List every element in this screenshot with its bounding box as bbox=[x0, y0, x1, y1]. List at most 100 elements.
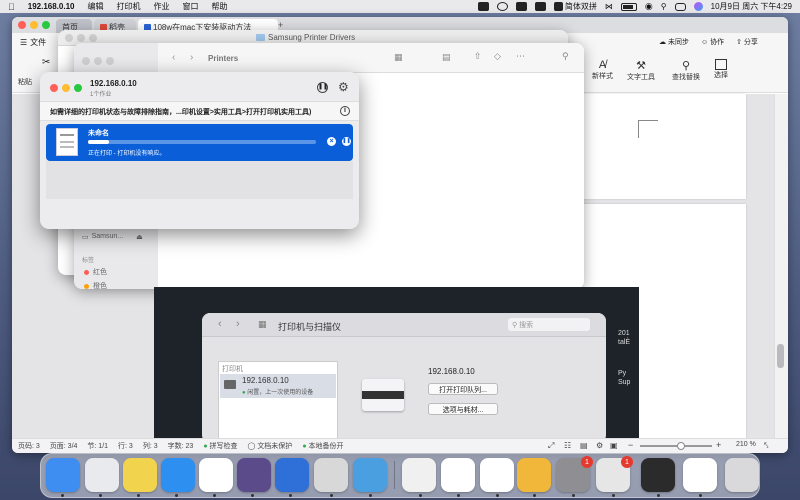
group-icon[interactable]: ▤ bbox=[442, 52, 451, 63]
status-section[interactable]: 节: 1/1 bbox=[87, 441, 108, 451]
zoom-button[interactable] bbox=[106, 57, 114, 65]
menu-window[interactable]: 窗口 bbox=[182, 1, 198, 12]
dock-safari-icon[interactable] bbox=[161, 458, 195, 492]
cloud-status-icon[interactable] bbox=[496, 2, 508, 11]
menu-clock[interactable]: 10月9日 周六 下午4:29 bbox=[711, 1, 792, 12]
print-job-row[interactable]: 未命名 正在打印 - 打印机没有响应。 × ❚❚ bbox=[46, 124, 353, 161]
dock-finder-icon[interactable] bbox=[46, 458, 80, 492]
dock-pages-icon[interactable] bbox=[402, 458, 436, 492]
input-method-menu[interactable]: 简体双拼 bbox=[553, 1, 597, 12]
find-replace-button[interactable]: ⚲ 查找替换 bbox=[672, 59, 700, 82]
status-words[interactable]: 字数: 23 bbox=[168, 441, 194, 451]
pause-printer-icon[interactable]: ❚❚ bbox=[317, 82, 328, 93]
dock-trash-icon[interactable] bbox=[725, 458, 759, 492]
battery-icon[interactable] bbox=[620, 2, 637, 11]
page-view-icon[interactable]: ▤ bbox=[580, 441, 588, 450]
new-style-button[interactable]: A̸ 新样式 bbox=[592, 59, 613, 81]
outline-view-icon[interactable]: ▣ bbox=[610, 441, 618, 450]
dock-wps-office-icon[interactable] bbox=[480, 458, 514, 492]
close-button[interactable] bbox=[18, 21, 26, 29]
more-icon[interactable]: ⋯ bbox=[516, 51, 525, 62]
status-row[interactable]: 行: 3 bbox=[118, 441, 133, 451]
tag-icon[interactable]: ◇ bbox=[494, 51, 501, 62]
share-icon[interactable]: ⇧ bbox=[474, 51, 482, 62]
select-button[interactable]: 选择 bbox=[714, 59, 728, 80]
dock-launchpad-icon[interactable] bbox=[85, 458, 119, 492]
dock-baidu-netdisk-icon[interactable] bbox=[441, 458, 475, 492]
status-page-num[interactable]: 页码: 3 bbox=[18, 441, 40, 451]
minimize-button[interactable] bbox=[30, 21, 38, 29]
minimize-button[interactable] bbox=[94, 57, 102, 65]
backup-button[interactable]: ● 本地备份开 bbox=[302, 441, 343, 451]
dock-printer-icon[interactable] bbox=[314, 458, 348, 492]
dock-stickies-icon[interactable] bbox=[123, 458, 157, 492]
zoom-button[interactable] bbox=[42, 21, 50, 29]
forward-icon[interactable]: › bbox=[190, 52, 193, 63]
dock-system-preferences-icon[interactable]: 1 bbox=[556, 456, 593, 492]
text-tools-button[interactable]: ⚒ 文字工具 bbox=[627, 59, 655, 82]
zoom-slider[interactable] bbox=[640, 445, 712, 447]
menu-help[interactable]: 帮助 bbox=[211, 1, 227, 12]
close-button[interactable] bbox=[82, 57, 90, 65]
zoom-out-button[interactable]: − bbox=[628, 440, 633, 450]
cut-icon[interactable]: ✂ bbox=[42, 57, 50, 68]
menu-job[interactable]: 作业 bbox=[153, 1, 169, 12]
search-icon[interactable]: ⚲ bbox=[562, 51, 569, 62]
pause-job-icon[interactable]: ❚❚ bbox=[342, 137, 351, 146]
sidebar-tag-red[interactable]: 红色 bbox=[84, 267, 107, 277]
wifi-icon[interactable]: ◉ bbox=[645, 1, 653, 12]
cancel-job-icon[interactable]: × bbox=[327, 137, 336, 146]
zoom-level[interactable]: 210 % bbox=[736, 441, 756, 448]
zoom-button[interactable] bbox=[89, 34, 97, 42]
info-icon[interactable]: i bbox=[340, 106, 350, 116]
siri-icon[interactable] bbox=[693, 2, 703, 11]
minimize-button[interactable] bbox=[62, 84, 70, 92]
sidebar-tag-orange[interactable]: 橙色 bbox=[84, 281, 107, 289]
settings-gear-icon[interactable]: ⚙ bbox=[338, 80, 349, 94]
fit-page-icon[interactable]: ⤢ bbox=[548, 441, 554, 451]
photo-printer-list: 打印机 192.168.0.10 ● 闲置，上一次使用的设备 bbox=[218, 361, 338, 438]
zoom-slider-knob[interactable] bbox=[677, 442, 685, 450]
sidebar-item-device[interactable]: ▭ Samsun... ⏏ bbox=[82, 233, 143, 241]
vertical-scrollbar[interactable] bbox=[774, 94, 788, 439]
bluetooth-icon[interactable]: ⋈ bbox=[605, 2, 613, 11]
expand-icon[interactable]: ⤣ bbox=[764, 441, 769, 451]
wps-status-icon[interactable] bbox=[477, 2, 489, 11]
web-view-icon[interactable]: ⚙ bbox=[596, 441, 603, 450]
dock-screen-icon[interactable] bbox=[641, 458, 675, 492]
eject-icon[interactable]: ⏏ bbox=[136, 233, 143, 241]
menu-printer[interactable]: 打印机 bbox=[116, 1, 140, 12]
status-col[interactable]: 列: 3 bbox=[143, 441, 158, 451]
apple-icon[interactable]:  bbox=[8, 2, 15, 12]
dock-archive-utility-icon[interactable] bbox=[517, 458, 551, 492]
network-status-icon[interactable] bbox=[515, 2, 527, 11]
view-grid-icon[interactable]: ▦ bbox=[394, 52, 403, 63]
menu-app-name[interactable]: 192.168.0.10 bbox=[28, 2, 75, 11]
read-mode-icon[interactable]: ☷ bbox=[564, 441, 571, 450]
dock-printer-queue-icon[interactable]: 1 bbox=[596, 456, 633, 492]
status-pages[interactable]: 页面: 3/4 bbox=[50, 441, 78, 451]
control-center-icon[interactable] bbox=[674, 2, 686, 11]
dock-marker-icon[interactable] bbox=[237, 458, 271, 492]
zoom-button[interactable] bbox=[74, 84, 82, 92]
back-icon[interactable]: ‹ bbox=[172, 52, 175, 63]
share-button[interactable]: ⇧ 分享 bbox=[736, 37, 758, 47]
close-button[interactable] bbox=[50, 84, 58, 92]
dock-photos-icon[interactable] bbox=[683, 458, 717, 492]
dock-dictionary-icon[interactable] bbox=[275, 458, 309, 492]
new-tab-icon[interactable]: + bbox=[278, 20, 283, 30]
minimize-button[interactable] bbox=[77, 34, 85, 42]
cloud-sync-button[interactable]: ☁ 未同步 bbox=[659, 37, 689, 47]
doc-protect-button[interactable]: ◯ 文档未保护 bbox=[248, 441, 293, 451]
search-icon[interactable]: ⚲ bbox=[661, 2, 667, 11]
menu-edit[interactable]: 编辑 bbox=[87, 1, 103, 12]
collab-button[interactable]: ☺ 协作 bbox=[701, 37, 724, 47]
display-status-icon[interactable] bbox=[534, 2, 546, 11]
spell-check-button[interactable]: ● 拼写检查 bbox=[203, 441, 237, 451]
zoom-in-button[interactable]: + bbox=[716, 440, 721, 450]
dock-notion-icon[interactable] bbox=[199, 458, 233, 492]
scrollbar-thumb[interactable] bbox=[777, 344, 784, 368]
file-menu[interactable]: ☰ 文件 bbox=[20, 37, 46, 48]
close-button[interactable] bbox=[65, 34, 73, 42]
dock-transporter-icon[interactable] bbox=[353, 458, 387, 492]
